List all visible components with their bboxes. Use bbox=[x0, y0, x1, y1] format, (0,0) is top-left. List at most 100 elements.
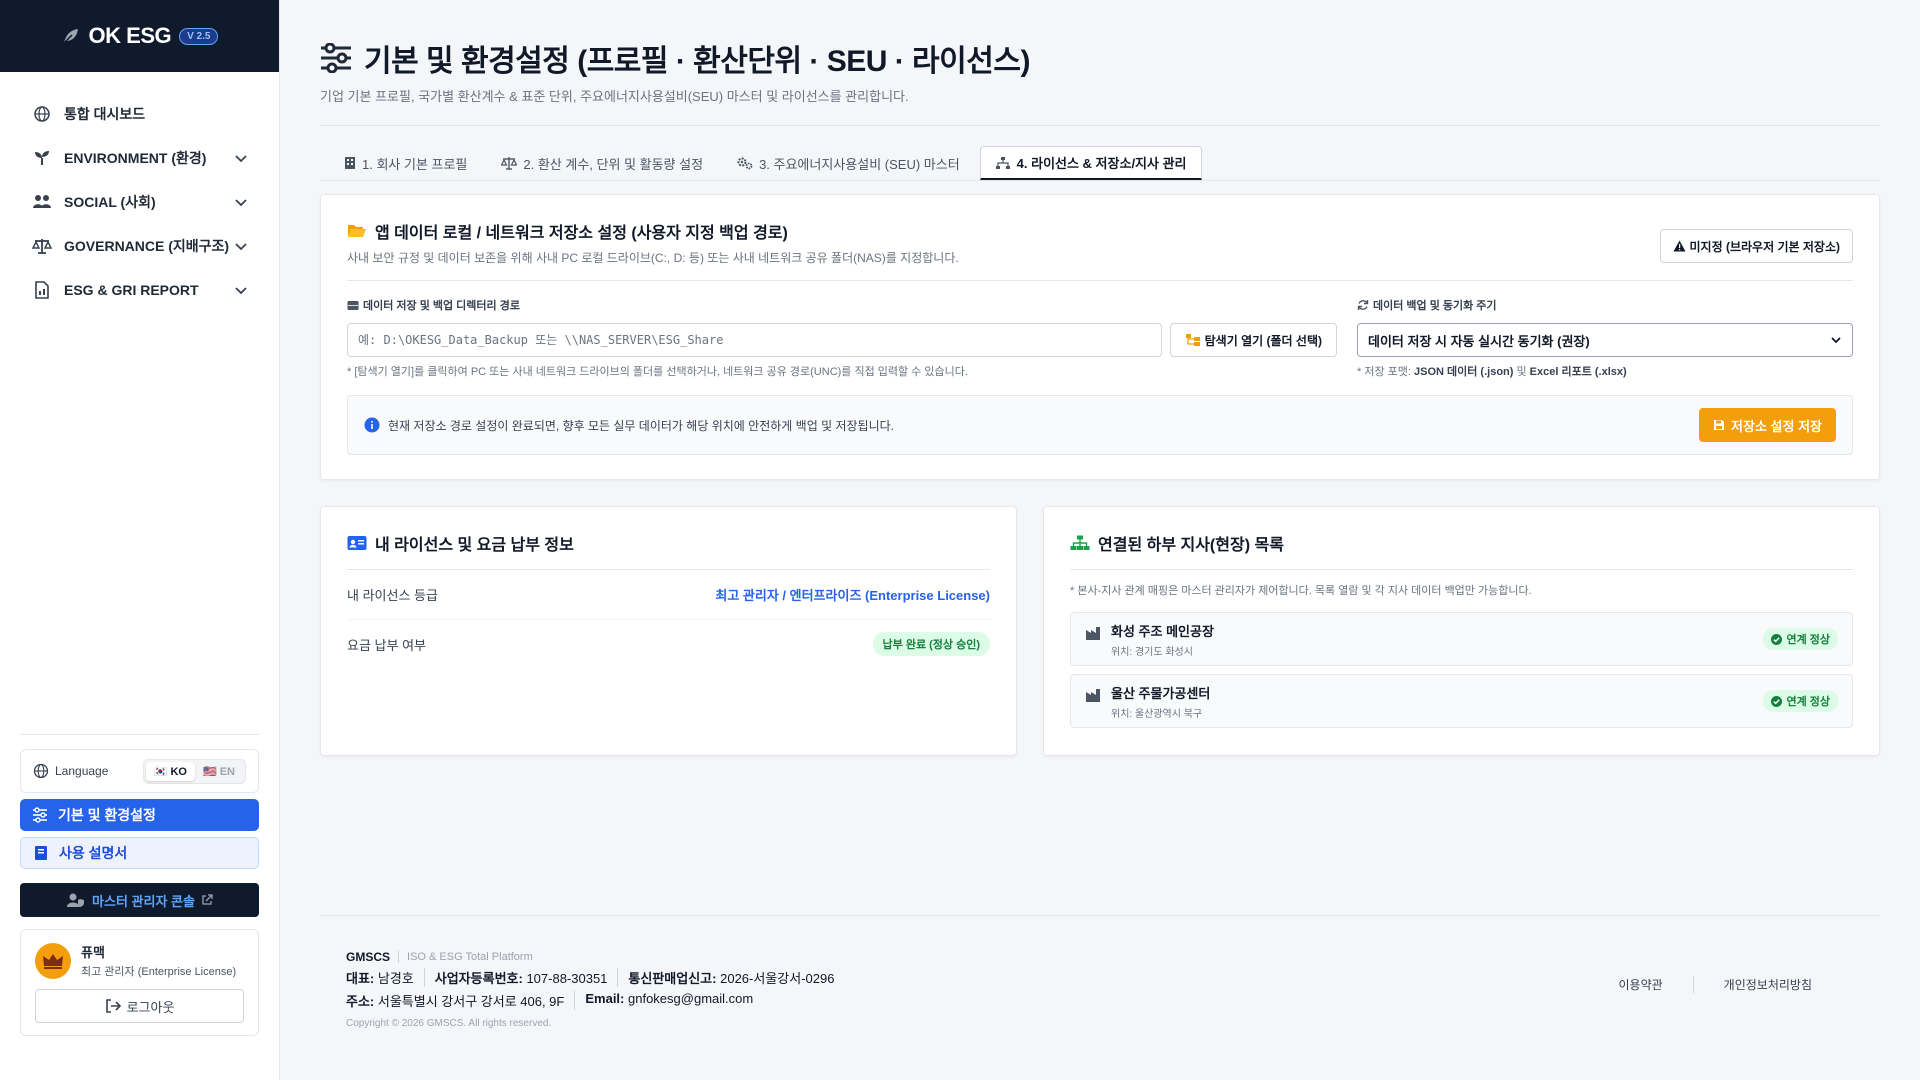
sidebar-item-label: GOVERNANCE (지배구조) bbox=[64, 238, 230, 254]
license-grade-label: 내 라이선스 등급 bbox=[347, 588, 438, 603]
sync-frequency-select[interactable]: 데이터 저장 시 자동 실시간 동기화 (권장) bbox=[1357, 323, 1853, 357]
globe-icon bbox=[33, 763, 49, 779]
building-icon bbox=[345, 157, 355, 169]
sidebar-item-dashboard[interactable]: 통합 대시보드 bbox=[0, 92, 279, 136]
save-storage-button[interactable]: 저장소 설정 저장 bbox=[1699, 408, 1836, 442]
sitemap-icon bbox=[995, 156, 1010, 169]
sidebar-item-environment[interactable]: ENVIRONMENT (환경) bbox=[0, 136, 279, 180]
id-card-icon bbox=[347, 536, 367, 550]
users-icon bbox=[32, 192, 52, 212]
sliders-icon bbox=[33, 807, 47, 823]
list-item[interactable]: 화성 주조 메인공장 위치: 경기도 화성시 연계 정상 bbox=[1070, 612, 1853, 666]
check-circle-icon bbox=[1771, 695, 1783, 707]
sidebar-item-report[interactable]: ESG & GRI REPORT bbox=[0, 268, 279, 312]
tab-conversion-factors[interactable]: 2. 환산 계수, 단위 및 활동량 설정 bbox=[487, 146, 717, 180]
payment-status-row: 요금 납부 여부 납부 완료 (정상 승인) bbox=[347, 619, 990, 668]
license-title: 내 라이선스 및 요금 납부 정보 bbox=[375, 537, 574, 554]
chevron-down-icon[interactable] bbox=[233, 194, 249, 210]
version-badge: V 2.5 bbox=[179, 27, 219, 45]
chevron-down-icon[interactable] bbox=[233, 282, 249, 298]
storage-settings-card: 앱 데이터 로컬 / 네트워크 저장소 설정 (사용자 지정 백업 경로) 사내… bbox=[320, 194, 1880, 480]
industry-icon bbox=[1086, 689, 1100, 702]
terms-link[interactable]: 이용약관 bbox=[1589, 976, 1693, 993]
unset-storage-button[interactable]: 미지정 (브라우저 기본 저장소) bbox=[1659, 229, 1853, 263]
manual-button[interactable]: 사용 설명서 bbox=[20, 837, 259, 869]
brand-name: OK ESG bbox=[88, 23, 172, 48]
language-option-ko[interactable]: 🇰🇷 KO bbox=[145, 761, 195, 781]
language-label: Language bbox=[55, 764, 109, 778]
industry-icon bbox=[1086, 627, 1100, 640]
privacy-link[interactable]: 개인정보처리방침 bbox=[1692, 976, 1842, 993]
chevron-down-icon[interactable] bbox=[233, 238, 249, 254]
branch-name: 울산 주물가공센터 bbox=[1111, 685, 1211, 701]
save-icon bbox=[1714, 420, 1725, 430]
language-switcher: Language 🇰🇷 KO 🇺🇸 EN bbox=[20, 749, 259, 793]
book-icon bbox=[35, 846, 47, 860]
sidebar: OK ESG V 2.5 통합 대시보드 ENVIRONMENT (환경) SO… bbox=[0, 0, 280, 1080]
manual-button-label: 사용 설명서 bbox=[59, 845, 128, 861]
footer-company: GMSCS bbox=[346, 950, 391, 964]
sidebar-item-label: SOCIAL (사회) bbox=[64, 194, 156, 210]
logout-button[interactable]: 로그아웃 bbox=[35, 989, 244, 1023]
tab-license-storage[interactable]: 4. 라이선스 & 저장소/지사 관리 bbox=[979, 146, 1202, 180]
branch-location: 위치: 울산광역시 북구 bbox=[1111, 708, 1203, 720]
license-card: 내 라이선스 및 요금 납부 정보 내 라이선스 등급 최고 관리자 / 엔터프… bbox=[320, 506, 1017, 756]
chevron-down-icon bbox=[1831, 337, 1841, 344]
sync-icon bbox=[1357, 300, 1369, 310]
file-chart-icon bbox=[32, 280, 52, 300]
branch-name: 화성 주조 메인공장 bbox=[1111, 623, 1214, 639]
check-circle-icon bbox=[1771, 633, 1783, 645]
branches-title: 연결된 하부 지사(현장) 목록 bbox=[1098, 537, 1284, 554]
storage-subtitle: 사내 보안 규정 및 데이터 보존을 위해 사내 PC 로컬 드라이브(C:, … bbox=[347, 251, 959, 265]
page-subtitle: 기업 기본 프로필, 국가별 환산계수 & 표준 단위, 주요에너지사용설비(S… bbox=[320, 86, 1880, 126]
master-console-button[interactable]: 마스터 관리자 콘솔 bbox=[20, 883, 259, 917]
tab-bar: 1. 회사 기본 프로필 2. 환산 계수, 단위 및 활동량 설정 3. 주요… bbox=[320, 146, 1880, 181]
footer: GMSCS ISO & ESG Total Platform 대표: 남경호 사… bbox=[320, 915, 1880, 1029]
user-shield-icon bbox=[67, 893, 85, 907]
open-explorer-button[interactable]: 탐색기 열기 (폴더 선택) bbox=[1169, 323, 1337, 357]
language-option-en[interactable]: 🇺🇸 EN bbox=[195, 762, 243, 781]
sidebar-item-governance[interactable]: GOVERNANCE (지배구조) bbox=[0, 224, 279, 268]
license-grade-row: 내 라이선스 등급 최고 관리자 / 엔터프라이즈 (Enterprise Li… bbox=[347, 570, 990, 619]
gears-icon bbox=[737, 157, 753, 170]
scale-icon bbox=[501, 157, 518, 170]
user-name: 퓨맥 bbox=[81, 945, 105, 960]
format-help-text: * 저장 포맷: JSON 데이터 (.json) 및 Excel 리포트 (.… bbox=[1357, 366, 1627, 378]
globe-icon bbox=[32, 104, 52, 124]
sidebar-bottom: Language 🇰🇷 KO 🇺🇸 EN 기본 및 환경설정 사용 설명서 마스… bbox=[20, 734, 259, 1036]
footer-tagline: ISO & ESG Total Platform bbox=[398, 951, 533, 963]
path-field-label: 데이터 저장 및 백업 디렉터리 경로 bbox=[363, 300, 520, 312]
warning-icon bbox=[1673, 240, 1686, 252]
storage-info-bar: 현재 저장소 경로 설정이 완료되면, 향후 모든 실무 데이터가 해당 위치에… bbox=[347, 395, 1853, 455]
footer-links: 이용약관 개인정보처리방침 bbox=[1589, 976, 1843, 993]
chevron-down-icon[interactable] bbox=[233, 150, 249, 166]
status-badge: 연계 정상 bbox=[1763, 690, 1838, 712]
logo-bar[interactable]: OK ESG V 2.5 bbox=[0, 0, 279, 72]
path-help-text: * [탐색기 열기]를 클릭하여 PC 또는 사내 네트워크 드라이브의 폴더를… bbox=[347, 366, 968, 378]
tab-seu-master[interactable]: 3. 주요에너지사용설비 (SEU) 마스터 bbox=[723, 146, 974, 180]
folder-tree-icon bbox=[1185, 334, 1200, 346]
sitemap-icon bbox=[1070, 535, 1090, 550]
crown-icon bbox=[43, 953, 63, 969]
status-badge: 연계 정상 bbox=[1763, 628, 1838, 650]
branches-note: * 본사-지사 관계 매핑은 마스터 관리자가 제어합니다. 목록 열람 및 각… bbox=[1070, 585, 1532, 597]
master-console-label: 마스터 관리자 콘솔 bbox=[92, 893, 195, 909]
settings-button[interactable]: 기본 및 환경설정 bbox=[20, 799, 259, 831]
sliders-icon bbox=[321, 43, 351, 73]
sync-field-label: 데이터 백업 및 동기화 주기 bbox=[1373, 300, 1497, 312]
payment-status-label: 요금 납부 여부 bbox=[347, 637, 426, 653]
seedling-icon bbox=[32, 148, 52, 168]
logout-icon bbox=[105, 999, 121, 1013]
external-link-icon bbox=[202, 894, 213, 905]
storage-title: 앱 데이터 로컬 / 네트워크 저장소 설정 (사용자 지정 백업 경로) bbox=[375, 225, 788, 242]
sidebar-item-social[interactable]: SOCIAL (사회) bbox=[0, 180, 279, 224]
sidebar-nav: 통합 대시보드 ENVIRONMENT (환경) SOCIAL (사회) GOV… bbox=[0, 72, 279, 312]
list-item[interactable]: 울산 주물가공센터 위치: 울산광역시 북구 연계 정상 bbox=[1070, 674, 1853, 728]
storage-path-input[interactable] bbox=[347, 323, 1162, 357]
tab-company-profile[interactable]: 1. 회사 기본 프로필 bbox=[330, 146, 481, 180]
main-content: 기본 및 환경설정 (프로필 · 환산단위 · SEU · 라이선스) 기업 기… bbox=[320, 0, 1880, 181]
language-toggle: 🇰🇷 KO 🇺🇸 EN bbox=[142, 758, 246, 784]
info-icon bbox=[364, 417, 380, 433]
sidebar-item-label: ENVIRONMENT (환경) bbox=[64, 150, 207, 166]
user-card: 퓨맥 최고 관리자 (Enterprise License) 로그아웃 bbox=[20, 929, 259, 1036]
